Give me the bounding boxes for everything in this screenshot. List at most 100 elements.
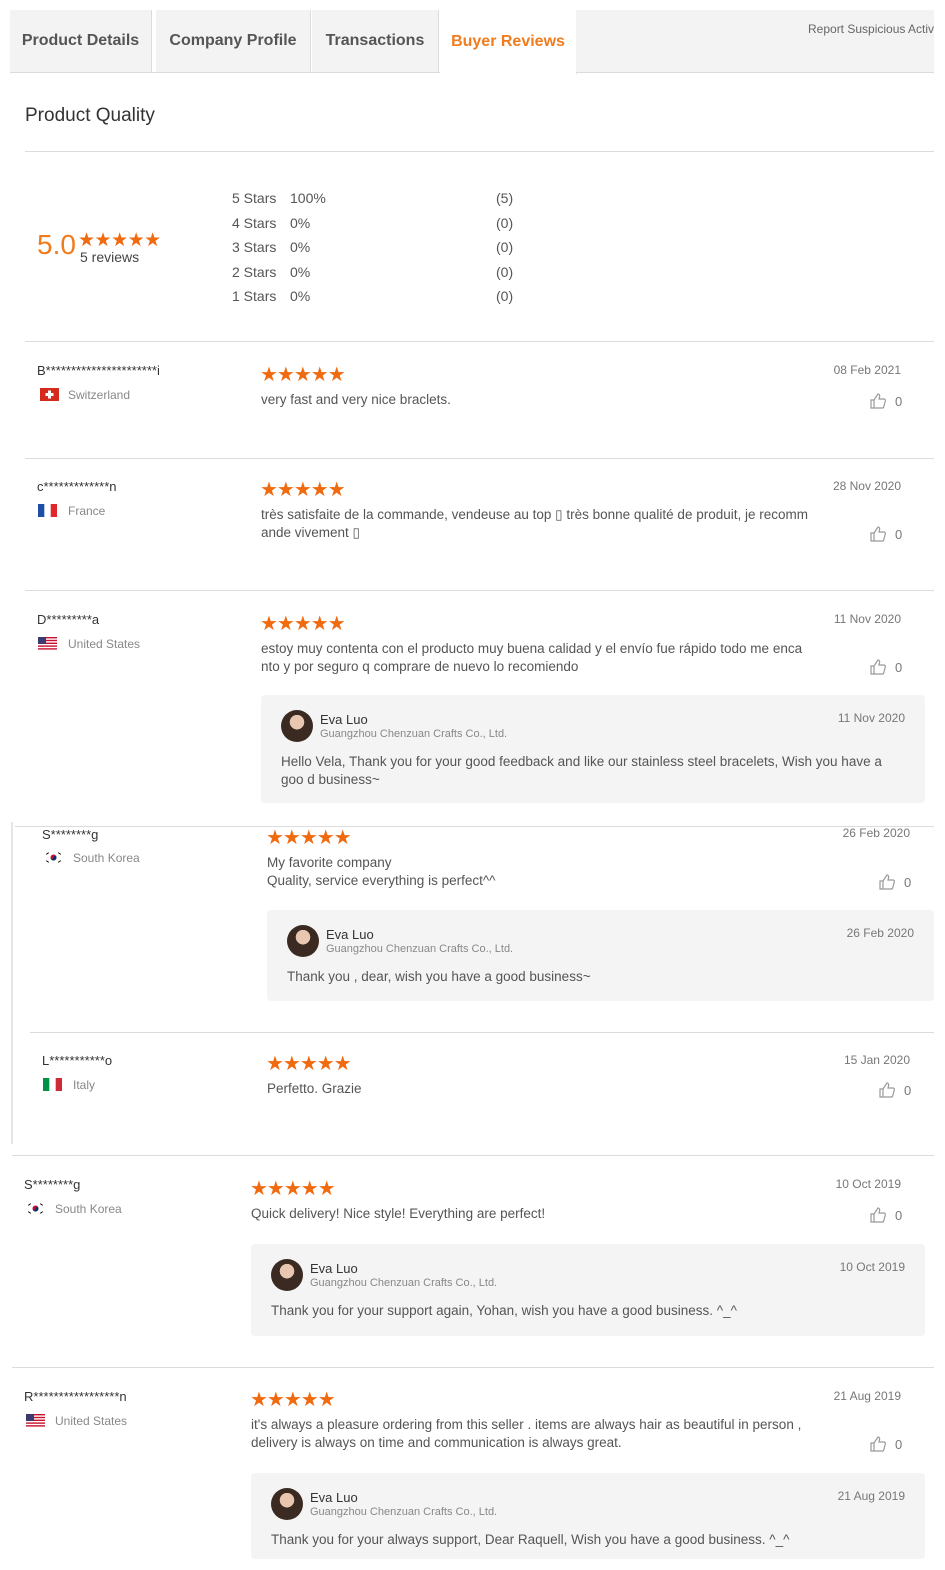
reviewer-name: R*****************n <box>24 1389 127 1404</box>
tab-bar: Product Details Company Profile Transact… <box>10 10 934 75</box>
tab-company-profile[interactable]: Company Profile <box>156 10 311 72</box>
rating-percent: 0% <box>290 288 311 304</box>
rating-label: 2 Stars <box>232 264 277 280</box>
reviewer-name: D*********a <box>37 612 100 627</box>
reviewer-country: United States <box>68 637 141 651</box>
review-text: très satisfaite de la commande, vendeuse… <box>261 507 808 540</box>
like-button[interactable]: 0 <box>878 1081 911 1099</box>
review-stars: ★★★★★ <box>250 1389 336 1411</box>
avatar <box>287 925 319 957</box>
reviewer-country: Italy <box>73 1078 96 1092</box>
review-stars: ★★★★★ <box>250 1178 336 1200</box>
rating-count: (5) <box>496 190 514 206</box>
switzerland-flag-icon <box>40 388 59 401</box>
thumbs-up-icon <box>870 393 886 409</box>
avatar <box>281 710 313 742</box>
rating-label: 3 Stars <box>232 239 277 255</box>
divider <box>11 822 13 1144</box>
reviewer-name: L***********o <box>42 1053 113 1068</box>
review-stars: ★★★★★ <box>266 827 352 849</box>
review-date: 15 Jan 2020 <box>843 1053 910 1067</box>
like-count: 0 <box>904 1082 912 1098</box>
reply-company: Guangzhou Chenzuan Crafts Co., Ltd. <box>310 1277 498 1289</box>
rating-label: 5 Stars <box>232 190 277 206</box>
divider <box>25 590 934 591</box>
south-korea-flag-icon <box>44 851 63 864</box>
like-button[interactable]: 0 <box>869 658 902 676</box>
reply-author: Eva Luo <box>326 927 374 942</box>
italy-flag-icon <box>43 1078 62 1091</box>
review-text: estoy muy contenta con el producto muy b… <box>261 641 803 674</box>
like-count: 0 <box>895 659 903 675</box>
review-stars: ★★★★★ <box>266 1053 352 1075</box>
seller-reply: Eva Luo Guangzhou Chenzuan Crafts Co., L… <box>267 910 934 1001</box>
tab-product-details[interactable]: Product Details <box>10 10 152 72</box>
reply-author: Eva Luo <box>320 712 368 727</box>
review-text: Perfetto. Grazie <box>267 1081 362 1096</box>
like-count: 0 <box>895 1436 903 1452</box>
like-button[interactable]: 0 <box>869 392 902 410</box>
thumbs-up-icon <box>879 874 895 890</box>
thumbs-up-icon <box>879 1082 895 1098</box>
tab-buyer-reviews[interactable]: Buyer Reviews <box>440 10 577 75</box>
like-button[interactable]: 0 <box>878 873 911 891</box>
thumbs-up-icon <box>870 659 886 675</box>
divider <box>15 826 934 827</box>
like-button[interactable]: 0 <box>869 1435 902 1453</box>
reviewer-country: United States <box>55 1414 128 1428</box>
review-date: 10 Oct 2019 <box>835 1177 901 1191</box>
reply-company: Guangzhou Chenzuan Crafts Co., Ltd. <box>326 943 514 955</box>
divider <box>25 458 934 459</box>
like-button[interactable]: 0 <box>869 1206 902 1224</box>
seller-reply: Eva Luo Guangzhou Chenzuan Crafts Co., L… <box>251 1244 925 1336</box>
divider <box>25 151 934 152</box>
reviewer-name: B**********************i <box>37 363 160 378</box>
like-count: 0 <box>904 874 912 890</box>
reply-company: Guangzhou Chenzuan Crafts Co., Ltd. <box>310 1506 498 1518</box>
reply-text: Thank you , dear, wish you have a good b… <box>287 969 591 984</box>
reply-text: Thank you for your always support, Dear … <box>271 1532 790 1547</box>
reviewer-name: c*************n <box>37 479 117 494</box>
report-suspicious-activity-link[interactable]: Report Suspicious Activity <box>576 10 934 72</box>
section-title: Product Quality <box>25 105 155 126</box>
rating-count: (0) <box>496 264 514 280</box>
review-date: 26 Feb 2020 <box>842 826 910 840</box>
like-button[interactable]: 0 <box>869 525 902 543</box>
rating-label: 1 Stars <box>232 288 277 304</box>
review-count: 5 reviews <box>80 249 140 265</box>
avatar <box>271 1488 303 1520</box>
review-stars: ★★★★★ <box>260 364 346 386</box>
review-text: Quick delivery! Nice style! Everything a… <box>251 1206 546 1221</box>
avatar <box>271 1259 303 1291</box>
thumbs-up-icon <box>870 526 886 542</box>
seller-reply: Eva Luo Guangzhou Chenzuan Crafts Co., L… <box>251 1473 925 1559</box>
average-score: 5.0 <box>37 229 76 260</box>
reply-author: Eva Luo <box>310 1490 358 1505</box>
reply-text: Thank you for your support again, Yohan,… <box>271 1303 737 1318</box>
rating-percent: 0% <box>290 215 311 231</box>
reply-date: 11 Nov 2020 <box>837 711 905 725</box>
divider <box>12 1155 934 1156</box>
reply-text: Hello Vela, Thank you for your good feed… <box>281 754 882 787</box>
like-count: 0 <box>895 526 903 542</box>
like-count: 0 <box>895 1207 903 1223</box>
divider <box>30 1032 934 1033</box>
tab-transactions[interactable]: Transactions <box>312 10 439 72</box>
united-states-flag-icon <box>26 1414 45 1427</box>
reviewer-name: S********g <box>42 827 99 842</box>
review-stars: ★★★★★ <box>260 479 346 501</box>
rating-percent: 0% <box>290 239 311 255</box>
review-text: My favorite company Quality, service eve… <box>267 855 496 888</box>
like-count: 0 <box>895 393 903 409</box>
reply-date: 21 Aug 2019 <box>837 1489 905 1503</box>
thumbs-up-icon <box>870 1436 886 1452</box>
reviewer-country: Switzerland <box>68 388 131 402</box>
reviewer-name: S********g <box>24 1177 81 1192</box>
reply-date: 26 Feb 2020 <box>846 926 914 940</box>
reply-author: Eva Luo <box>310 1261 358 1276</box>
rating-count: (0) <box>496 215 514 231</box>
review-stars: ★★★★★ <box>260 613 346 635</box>
reply-company: Guangzhou Chenzuan Crafts Co., Ltd. <box>320 728 508 740</box>
reviewer-country: South Korea <box>73 851 140 865</box>
review-date: 08 Feb 2021 <box>833 363 901 377</box>
